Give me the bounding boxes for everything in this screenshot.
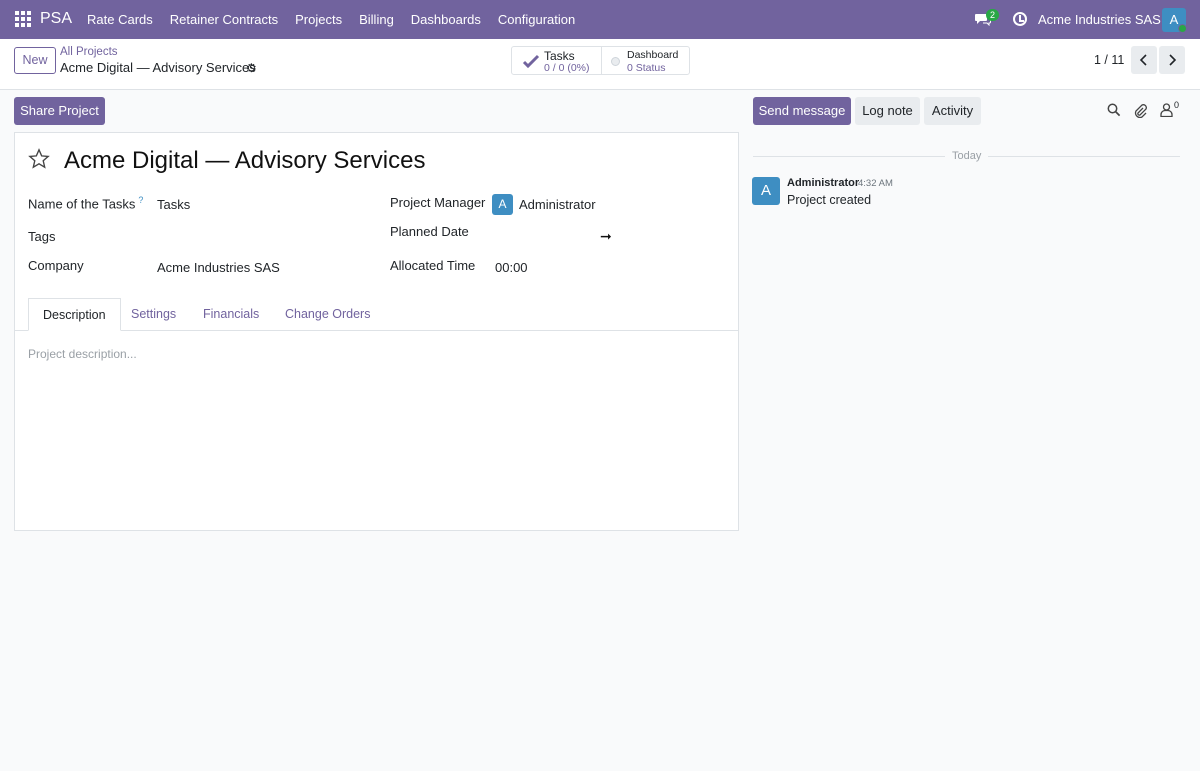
activity-clock-icon[interactable]	[1013, 12, 1027, 26]
gear-icon[interactable]: ⚙	[246, 61, 257, 75]
activity-button[interactable]: Activity	[924, 97, 981, 125]
menu-item-projects[interactable]: Projects	[295, 12, 342, 27]
followers-icon[interactable]	[1160, 103, 1173, 117]
project-manager-label: Project Manager	[390, 195, 486, 210]
app-grid-icon[interactable]	[15, 11, 31, 27]
tab-settings[interactable]: Settings	[131, 298, 176, 331]
task-name-field[interactable]: Tasks	[157, 197, 190, 212]
message-body: Project created	[787, 193, 872, 207]
breadcrumb-all-projects[interactable]: All Projects	[60, 46, 118, 58]
description-editor[interactable]: Project description...	[28, 347, 137, 361]
manager-avatar: A	[492, 194, 513, 215]
chat-count-badge: 2	[986, 9, 1000, 21]
tab-description[interactable]: Description	[28, 298, 121, 331]
date-divider-right	[988, 156, 1180, 157]
tags-field[interactable]	[157, 228, 357, 246]
smart-buttons: Tasks 0 / 0 (0%) Dashboard 0 Status	[511, 46, 690, 75]
dashboard-value: 0 Status	[627, 62, 666, 74]
dashboard-label: Dashboard	[627, 49, 679, 61]
allocated-time-label: Allocated Time	[390, 258, 476, 273]
control-panel: New All Projects Acme Digital — Advisory…	[0, 39, 1200, 90]
task-name-label-text: Name of the Tasks	[28, 196, 136, 212]
menu-item-rate-cards[interactable]: Rate Cards	[87, 12, 153, 27]
company-field[interactable]: Acme Industries SAS	[157, 260, 280, 275]
dashboard-smart-button[interactable]: Dashboard 0 Status	[602, 47, 689, 74]
task-name-label: Name of the Tasks?	[28, 195, 143, 211]
check-icon	[522, 54, 540, 69]
status-dot-icon	[611, 57, 620, 66]
menu-item-retainer-contracts[interactable]: Retainer Contracts	[170, 12, 278, 27]
online-status-dot	[1178, 24, 1187, 33]
message-author[interactable]: Administrator	[787, 177, 859, 189]
form-sheet	[14, 132, 739, 531]
followers-count: 0	[1174, 100, 1180, 110]
project-title[interactable]: Acme Digital — Advisory Services	[64, 147, 425, 175]
message-author-avatar[interactable]: A	[752, 177, 780, 205]
new-button[interactable]: New	[14, 47, 56, 74]
menu-item-billing[interactable]: Billing	[359, 12, 394, 27]
paperclip-icon[interactable]	[1133, 103, 1147, 118]
date-separator: Today	[952, 150, 982, 162]
favorite-star-icon[interactable]	[28, 148, 50, 170]
chevron-left-icon	[1139, 54, 1147, 66]
pager-value[interactable]: 1 / 11	[1094, 53, 1124, 67]
menu-item-dashboards[interactable]: Dashboards	[411, 12, 481, 27]
tab-financials[interactable]: Financials	[203, 298, 259, 331]
tab-change-orders[interactable]: Change Orders	[285, 298, 370, 331]
main-menu: Rate Cards Retainer Contracts Projects B…	[87, 12, 592, 27]
chevron-right-icon	[1169, 54, 1177, 66]
company-label: Company	[28, 258, 84, 273]
allocated-time-field[interactable]: 00:00	[495, 260, 528, 275]
top-navbar: PSA Rate Cards Retainer Contracts Projec…	[0, 0, 1200, 39]
breadcrumb-current: Acme Digital — Advisory Services	[60, 60, 256, 75]
planned-date-start-field[interactable]	[495, 224, 595, 242]
tasks-smart-button[interactable]: Tasks 0 / 0 (0%)	[512, 47, 602, 74]
planned-date-end-field[interactable]	[622, 224, 722, 242]
planned-date-label: Planned Date	[390, 224, 469, 239]
arrow-right-icon: ➞	[600, 228, 612, 244]
date-divider-left	[753, 156, 945, 157]
tasks-value: 0 / 0 (0%)	[544, 62, 590, 74]
tasks-label: Tasks	[544, 49, 575, 63]
pager-previous-button[interactable]	[1131, 46, 1157, 74]
tags-label: Tags	[28, 229, 56, 244]
notebook-tabs: Description Settings Financials Change O…	[15, 298, 738, 331]
company-switcher[interactable]: Acme Industries SAS	[1038, 12, 1161, 27]
app-name[interactable]: PSA	[40, 10, 72, 28]
log-note-button[interactable]: Log note	[855, 97, 920, 125]
help-tooltip-icon[interactable]: ?	[138, 195, 143, 205]
pager-next-button[interactable]	[1159, 46, 1185, 74]
message-time: 4:32 AM	[858, 178, 893, 189]
send-message-button[interactable]: Send message	[753, 97, 851, 125]
menu-item-configuration[interactable]: Configuration	[498, 12, 575, 27]
share-project-button[interactable]: Share Project	[14, 97, 105, 125]
search-icon[interactable]	[1107, 103, 1121, 117]
project-manager-field[interactable]: Administrator	[519, 197, 596, 212]
